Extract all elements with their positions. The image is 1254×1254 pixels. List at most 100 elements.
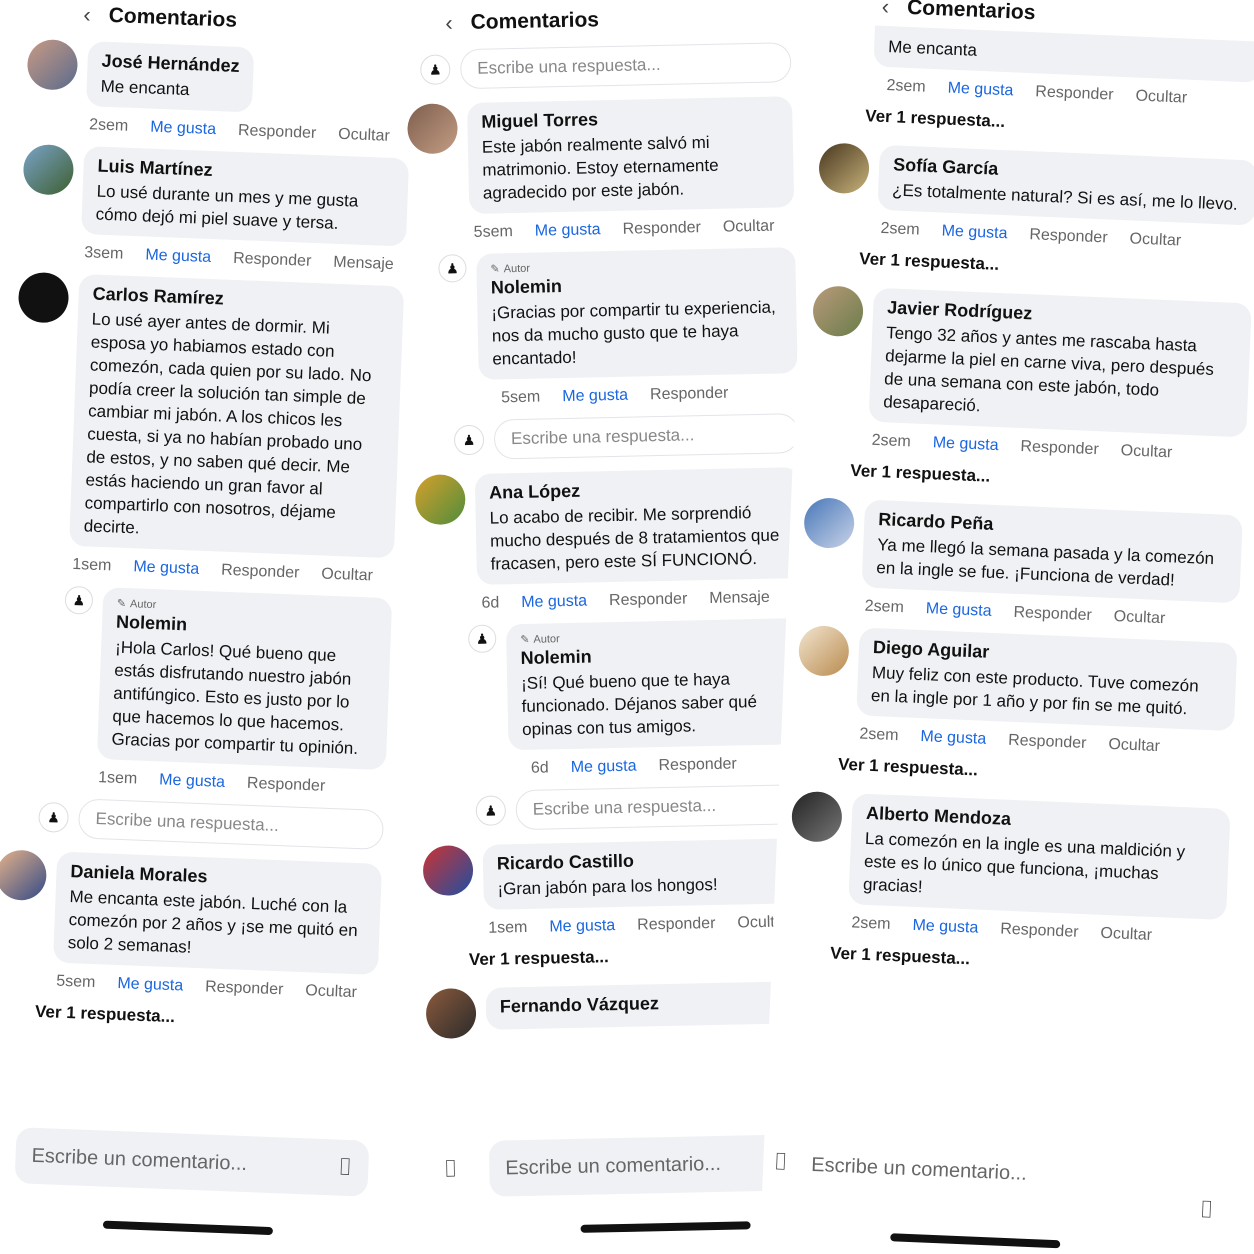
reply-input-row: ♟ Escribe una respuesta... [475,784,808,831]
like-button[interactable]: Me gusta [571,758,637,777]
hide-button[interactable]: Ocultar [338,126,390,146]
avatar[interactable] [803,497,856,550]
avatar[interactable] [17,271,70,324]
like-button[interactable]: Me gusta [521,593,587,612]
page-avatar[interactable]: ♟ [467,624,497,654]
avatar[interactable] [407,103,459,155]
reply-author[interactable]: Nolemin [520,642,789,669]
camera-icon[interactable]: ⌷ [337,1154,352,1183]
like-button[interactable]: Me gusta [150,119,216,140]
view-replies-link[interactable]: Ver 1 respuesta... [469,943,810,970]
avatar[interactable] [425,988,477,1040]
view-replies-link[interactable]: Ver 1 respuesta... [830,943,1224,979]
page-avatar[interactable]: ♟ [438,254,467,283]
reply-button[interactable]: Responder [1029,226,1108,247]
like-button[interactable]: Me gusta [117,975,183,996]
reply-input[interactable]: Escribe una respuesta... [493,413,800,460]
reply-input[interactable]: Escribe una respuesta... [515,784,808,831]
comment-text: Tengo 32 años y antes me rascaba hasta d… [882,323,1215,416]
like-button[interactable]: Me gusta [159,771,225,792]
reply-author[interactable]: Nolemin [491,271,782,298]
avatar[interactable] [414,474,466,526]
comment-text: Me encanta este jabón. Luché con la come… [67,887,358,957]
comment-author[interactable]: Ricardo Castillo [497,847,794,874]
comment-author[interactable]: Ana López [489,476,786,503]
like-button[interactable]: Me gusta [947,80,1013,101]
hide-button[interactable]: Ocultar [1135,88,1187,108]
camera-icon[interactable]: ⌷ [1199,1196,1215,1225]
reply-button[interactable]: Responder [1035,83,1114,104]
like-button[interactable]: Me gusta [562,387,628,406]
hide-button[interactable]: Ocultar [1108,736,1160,756]
comment-input-placeholder: Escribe un comentario... [505,1152,722,1179]
timestamp: 3sem [83,244,124,263]
hide-button[interactable]: Ocultar [1129,230,1181,250]
comment-author[interactable]: José Hernández [101,51,240,77]
like-button[interactable]: Me gusta [925,600,991,621]
hide-button[interactable]: Ocultar [305,982,357,1002]
comment-author[interactable]: Fernando Vázquez [500,990,797,1017]
hide-button[interactable]: Ocultar [723,218,775,237]
page-avatar[interactable]: ♟ [64,585,94,615]
view-replies-link[interactable]: Ver 1 respuesta... [865,106,1254,142]
avatar[interactable] [790,790,843,843]
avatar[interactable] [22,143,75,196]
avatar[interactable] [0,849,48,902]
hide-button[interactable]: Ocultar [1113,608,1165,628]
reply-button[interactable]: Responder [205,978,284,999]
comment-input[interactable]: Escribe un comentario... ⌷ [14,1127,370,1197]
avatar[interactable] [26,38,79,91]
timestamp: 1sem [97,769,138,788]
view-replies-link[interactable]: Ver 1 respuesta... [838,755,1232,791]
reply-button[interactable]: Responder [233,250,312,271]
comment-text: ¡Gran jabón para los hongos! [497,874,718,899]
view-replies-link[interactable]: Ver 1 respuesta... [35,1002,377,1035]
comments-panel-3: ‹ Comentarios Me encanta 2sem Me gusta R… [759,0,1254,1254]
reply-button[interactable]: Responder [238,122,317,143]
view-replies-link[interactable]: Ver 1 respuesta... [850,461,1244,497]
view-replies-link[interactable]: Ver 1 respuesta... [859,249,1253,285]
like-button[interactable]: Me gusta [912,917,978,938]
back-arrow-icon[interactable]: ‹ [83,2,91,28]
like-button[interactable]: Me gusta [145,247,211,268]
reply-button[interactable]: Responder [637,915,716,935]
reply-button[interactable]: Responder [622,219,701,239]
reply-button[interactable]: Responder [1000,921,1079,942]
camera-icon[interactable]: ⌷ [773,1148,789,1177]
avatar[interactable] [812,285,865,338]
hide-button[interactable]: Ocultar [1100,925,1152,945]
back-arrow-icon[interactable]: ‹ [881,0,889,20]
reply-button[interactable]: Responder [650,385,729,405]
hide-button[interactable]: Ocultar [321,565,373,585]
reply-button[interactable]: Responder [609,590,688,610]
message-button[interactable]: Mensaje [709,589,770,608]
comment-actions: 1sem Me gusta Responder Ocultar [488,913,809,938]
like-button[interactable]: Me gusta [549,917,615,936]
comment-actions: 2sem Me gusta Responder Ocultar [859,726,1233,760]
avatar[interactable] [797,624,850,677]
like-button[interactable]: Me gusta [535,221,601,240]
reply-input[interactable]: Escribe una respuesta... [77,798,385,851]
comment-input[interactable]: Escribe un comentario... [811,1154,1027,1186]
message-button[interactable]: Mensaje [333,254,394,274]
reply-input[interactable]: Escribe una respuesta... [459,42,792,90]
avatar[interactable] [422,845,474,897]
comment-bubble: Ricardo Peña Ya me llegó la semana pasad… [861,499,1243,604]
reply-actions: 1sem Me gusta Responder [98,769,385,798]
camera-icon[interactable]: ⌷ [443,1155,458,1183]
hide-button[interactable]: Ocultar [1120,442,1172,462]
avatar[interactable] [818,142,871,195]
reply-button[interactable]: Responder [247,775,326,796]
reply-button[interactable]: Responder [221,562,300,583]
reply-button[interactable]: Responder [658,755,737,775]
back-arrow-icon[interactable]: ‹ [445,10,453,36]
like-button[interactable]: Me gusta [941,223,1007,244]
like-button[interactable]: Me gusta [920,728,986,749]
reply-button[interactable]: Responder [1020,438,1099,459]
like-button[interactable]: Me gusta [932,434,998,455]
comment-actions: 2sem Me gusta Responder Ocultar [89,116,410,146]
reply-button[interactable]: Responder [1013,604,1092,625]
reply-button[interactable]: Responder [1008,732,1087,753]
like-button[interactable]: Me gusta [133,558,199,579]
comment-author[interactable]: Miguel Torres [481,105,778,132]
